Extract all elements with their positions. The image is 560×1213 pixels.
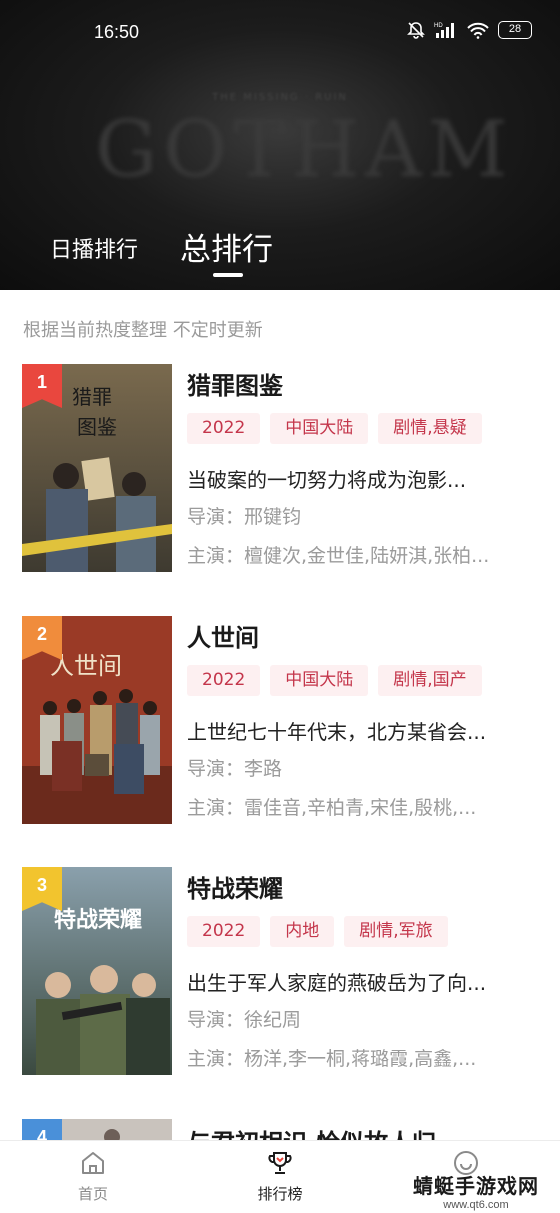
item-title[interactable]: 与君初相识·恰似故人归	[187, 1123, 436, 1140]
item-cast: 主演：雷佳音,辛柏青,宋佳,殷桃,...	[187, 797, 477, 819]
tag-region: 中国大陆	[270, 413, 369, 444]
svg-text:猎罪: 猎罪	[72, 385, 112, 409]
nav-home-label: 首页	[77, 1185, 108, 1203]
tag-genre: 剧情,悬疑	[378, 413, 482, 444]
item-director: 导演：邢键钧	[187, 506, 302, 528]
nav-home[interactable]: 首页	[53, 1149, 133, 1204]
item-description: 上世纪七十年代末，北方某省会...	[187, 720, 487, 744]
tag-genre: 剧情,国产	[378, 665, 482, 696]
mute-icon	[406, 20, 426, 40]
tab-total-ranking[interactable]: 总排行	[180, 224, 273, 269]
ranking-item-1[interactable]: 猎罪 图鉴 1 猎罪图鉴 2022 中国大陆 剧情,悬疑 当破案的一切努力将成为…	[0, 364, 560, 574]
item-title[interactable]: 人世间	[187, 618, 259, 653]
tag-list: 2022 内地 剧情,军旅	[187, 916, 448, 947]
svg-text:特战荣耀: 特战荣耀	[54, 907, 142, 933]
tag-region: 中国大陆	[270, 665, 369, 696]
tab-active-indicator	[213, 273, 243, 277]
item-description: 出生于军人家庭的燕破岳为了向...	[187, 971, 487, 995]
poster-image[interactable]: 特战荣耀 3	[22, 867, 172, 1075]
item-description: 当破案的一切努力将成为泡影...	[187, 468, 467, 492]
status-icons: HD 28	[406, 20, 532, 40]
trophy-icon	[240, 1149, 320, 1177]
nav-ranking-label: 排行榜	[257, 1185, 303, 1203]
status-bar: 16:50 HD 28	[0, 0, 560, 64]
item-title[interactable]: 特战荣耀	[187, 869, 283, 904]
banner-subtext: THE MISSING · RUIN	[212, 92, 348, 103]
tag-year: 2022	[187, 916, 261, 947]
item-cast: 主演：檀健次,金世佳,陆妍淇,张柏...	[187, 545, 490, 567]
list-subtitle: 根据当前热度整理 不定时更新	[23, 320, 263, 341]
battery-icon: 28	[498, 21, 532, 39]
tag-year: 2022	[187, 413, 261, 444]
tab-daily-ranking[interactable]: 日播排行	[50, 232, 138, 264]
item-director: 导演：李路	[187, 758, 283, 780]
svg-text:图鉴: 图鉴	[77, 415, 117, 439]
status-time: 16:50	[94, 22, 140, 42]
wifi-icon	[466, 21, 490, 39]
poster-image[interactable]: 4	[22, 1119, 172, 1140]
tag-list: 2022 中国大陆 剧情,国产	[187, 665, 482, 696]
item-cast: 主演：杨洋,李一桐,蒋璐霞,高鑫,...	[187, 1048, 477, 1070]
tag-genre: 剧情,军旅	[344, 916, 448, 947]
nav-ranking[interactable]: 排行榜	[240, 1149, 320, 1204]
rank-badge: 4	[22, 1119, 62, 1140]
ranking-item-4[interactable]: 4 与君初相识·恰似故人归	[0, 1119, 560, 1140]
tag-year: 2022	[187, 665, 261, 696]
poster-image[interactable]: 猎罪 图鉴 1	[22, 364, 172, 572]
ranking-item-2[interactable]: 人世间 2 人世间 2022 中国大陆 剧情,国产 上世纪七十年代末，北方某省会…	[0, 616, 560, 826]
ranking-item-3[interactable]: 特战荣耀 3 特战荣耀 2022 内地 剧情,军旅 出生于军人家庭的燕破岳为了向…	[0, 867, 560, 1077]
header-banner: THE MISSING · RUIN GOTHAM 16:50 HD 28 日播…	[0, 0, 560, 290]
item-title[interactable]: 猎罪图鉴	[187, 366, 283, 401]
home-icon	[53, 1149, 133, 1177]
poster-image[interactable]: 人世间 2	[22, 616, 172, 824]
banner-text: GOTHAM	[95, 105, 514, 195]
tag-region: 内地	[270, 916, 335, 947]
ranking-tabs: 日播排行 总排行	[0, 224, 560, 284]
watermark-text: 蜻蜓手游戏网	[413, 1174, 539, 1198]
signal-icon: HD	[434, 21, 458, 39]
item-director: 导演：徐纪周	[187, 1009, 302, 1031]
svg-text:HD: HD	[434, 23, 443, 29]
site-watermark: 蜻蜓手游戏网 www.qt6.com	[396, 1170, 556, 1211]
watermark-url: www.qt6.com	[443, 1199, 509, 1211]
tag-list: 2022 中国大陆 剧情,悬疑	[187, 413, 482, 444]
